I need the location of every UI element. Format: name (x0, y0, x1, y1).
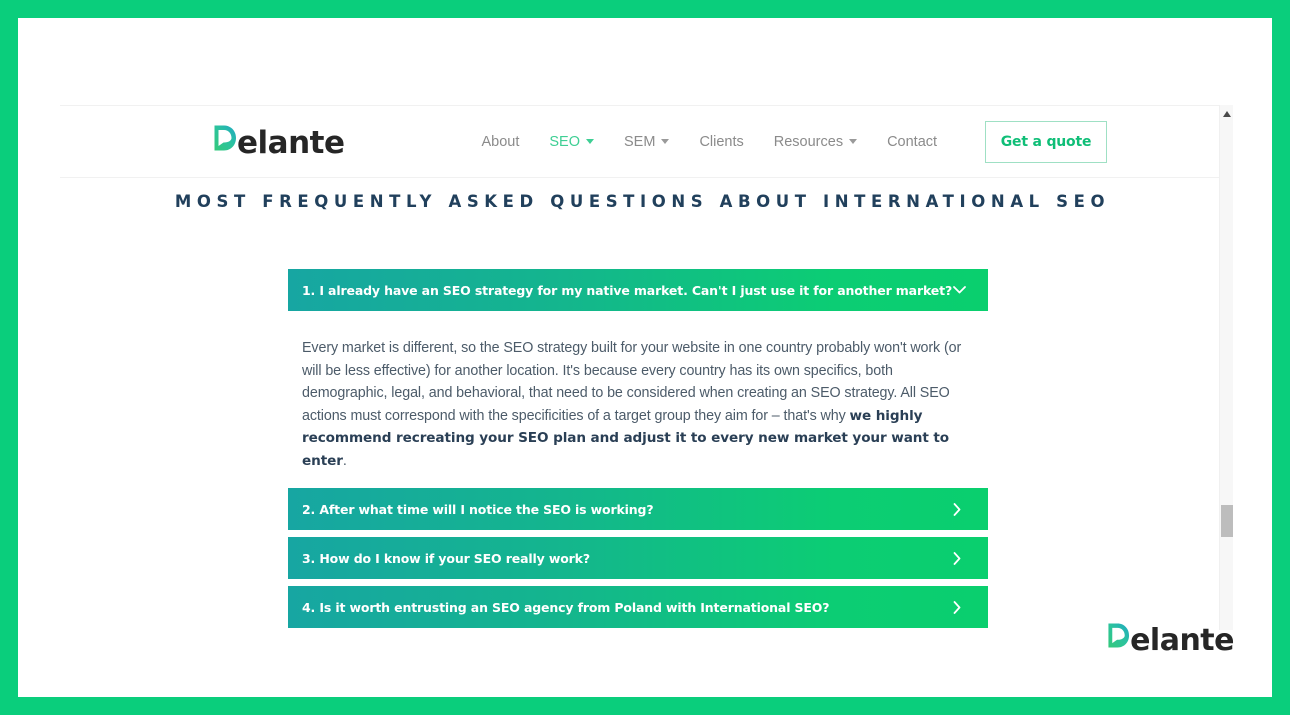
faq-item-2: 2. After what time will I notice the SEO… (288, 488, 988, 531)
nav-label: Contact (887, 133, 938, 150)
site-header: elante About SEO SEM Clients Resources C… (60, 105, 1219, 178)
nav-item-clients[interactable]: Clients (684, 134, 758, 150)
get-a-quote-label: Get a quote (1000, 133, 1092, 150)
get-a-quote-button[interactable]: Get a quote (985, 120, 1107, 163)
faq-answer-text-1: Every market is different, so the SEO st… (302, 337, 968, 472)
chevron-right-icon[interactable] (948, 601, 966, 614)
faq-header-3[interactable]: 3. How do I know if your SEO really work… (288, 537, 988, 580)
nav-item-resources[interactable]: Resources (759, 134, 872, 150)
chevron-down-icon (661, 139, 670, 144)
faq-title-3: 3. How do I know if your SEO really work… (302, 550, 590, 566)
faq-header-2[interactable]: 2. After what time will I notice the SEO… (288, 488, 988, 531)
faq-title-1: 1. I already have an SEO strategy for my… (302, 282, 953, 298)
faq-item-1: 1. I already have an SEO strategy for my… (288, 269, 988, 488)
nav-item-contact[interactable]: Contact (872, 134, 952, 150)
nav-item-about[interactable]: About (466, 134, 534, 150)
site-logo-text: elante (237, 125, 345, 161)
main-navigation: About SEO SEM Clients Resources Contact (466, 134, 952, 150)
nav-label: About (481, 133, 520, 150)
delante-d-mark-icon (213, 122, 237, 153)
chevron-right-icon[interactable] (948, 503, 966, 516)
chevron-down-icon[interactable] (952, 286, 966, 294)
nav-label: Resources (773, 133, 844, 150)
nav-label: Clients (699, 133, 744, 150)
faq-spacer (288, 530, 988, 537)
nav-label: SEO (549, 133, 581, 150)
delante-d-mark-icon (1107, 620, 1130, 650)
faq-accordion: 1. I already have an SEO strategy for my… (288, 269, 988, 629)
nav-item-seo[interactable]: SEO (534, 134, 609, 150)
nav-item-sem[interactable]: SEM (609, 134, 684, 150)
triangle-up-icon[interactable] (1220, 108, 1234, 120)
faq-header-4[interactable]: 4. Is it worth entrusting an SEO agency … (288, 586, 988, 629)
page-canvas: elante About SEO SEM Clients Resources C… (18, 18, 1272, 697)
faq-answer-tail: . (342, 452, 347, 469)
footer-logo-text: elante (1130, 623, 1234, 658)
faq-title-2: 2. After what time will I notice the SEO… (302, 501, 654, 517)
chevron-right-icon[interactable] (948, 552, 966, 565)
nav-label: SEM (624, 133, 656, 150)
site-logo[interactable]: elante (213, 122, 345, 161)
browser-green-frame: elante About SEO SEM Clients Resources C… (0, 0, 1290, 715)
page-title: MOST FREQUENTLY ASKED QUESTIONS ABOUT IN… (174, 192, 1111, 211)
faq-spacer (288, 579, 988, 586)
faq-title-4: 4. Is it worth entrusting an SEO agency … (302, 599, 830, 615)
faq-item-3: 3. How do I know if your SEO really work… (288, 537, 988, 580)
faq-item-4: 4. Is it worth entrusting an SEO agency … (288, 586, 988, 629)
faq-header-1[interactable]: 1. I already have an SEO strategy for my… (288, 269, 988, 311)
footer-logo[interactable]: elante (1107, 620, 1234, 658)
chevron-down-icon (586, 139, 595, 144)
vertical-scrollbar[interactable] (1219, 105, 1233, 630)
scrollbar-thumb[interactable] (1221, 505, 1233, 537)
chevron-down-icon (849, 139, 858, 144)
faq-body-1: Every market is different, so the SEO st… (288, 311, 988, 488)
